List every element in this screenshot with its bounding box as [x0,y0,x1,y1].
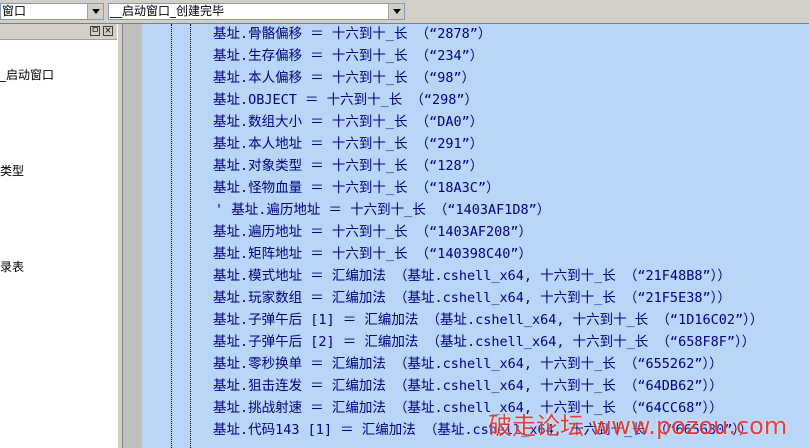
code-editor[interactable]: 基址.骨骼偏移 ＝ 十六到十_长 （“2878”） 基址.生存偏移 ＝ 十六到十… [123,24,809,448]
code-line[interactable]: 基址.零秒换单 ＝ 汇编加法 （基址.cshell_x64, 十六到十_长 （“… [213,354,723,374]
code-line[interactable]: 基址.子弹午后 [1] ＝ 汇编加法 （基址.cshell_x64, 十六到十_… [213,310,763,330]
chevron-down-icon[interactable] [388,4,404,19]
code-line[interactable]: 基址.模式地址 ＝ 汇编加法 （基址.cshell_x64, 十六到十_长 （“… [213,266,731,286]
code-line[interactable]: 基址.狙击连发 ＝ 汇编加法 （基址.cshell_x64, 十六到十_长 （“… [213,376,723,396]
code-line-comment[interactable]: ' 基址.遍历地址 ＝ 十六到十_长 （“1403AF1D8”） [215,200,550,220]
window-selector-combo[interactable]: 窗口 [0,3,104,20]
indent-guide [190,24,191,448]
chevron-down-icon[interactable] [87,4,103,19]
code-line[interactable]: 基址.本人地址 ＝ 十六到十_长 （“291”） [213,134,483,154]
site-watermark: 破走论坛 www.pozou.com [488,412,788,440]
code-line[interactable]: 基址.子弹午后 [2] ＝ 汇编加法 （基址.cshell_x64, 十六到十_… [213,332,755,352]
code-line[interactable]: 基址.骨骼偏移 ＝ 十六到十_长 （“2878”） [213,24,491,44]
tree-item-types[interactable]: 类型 [0,162,24,179]
panel-titlebar: ㅁ × [0,24,117,40]
project-tree-panel: ㅁ × _启动窗口 类型 录表 [0,24,118,448]
code-line[interactable]: 基址.玩家数组 ＝ 汇编加法 （基址.cshell_x64, 十六到十_长 （“… [213,288,731,308]
code-line[interactable]: 基址.矩阵地址 ＝ 十六到十_长 （“140398C40”） [213,244,532,264]
restore-icon[interactable]: ㅁ [90,26,100,36]
window-selector-value: 窗口 [2,4,27,18]
tree-item-startup-window[interactable]: _启动窗口 [0,66,54,83]
code-line[interactable]: 基址.生存偏移 ＝ 十六到十_长 （“234”） [213,46,483,66]
top-toolbar: 窗口 __启动窗口_创建完毕 [0,0,809,24]
close-icon[interactable]: × [103,26,113,36]
indent-guide [171,24,172,448]
editor-gutter [123,24,142,448]
subroutine-selector-value: __启动窗口_创建完毕 [110,4,225,18]
code-line[interactable]: 基址.对象类型 ＝ 十六到十_长 （“128”） [213,156,483,176]
code-line[interactable]: 基址.数组大小 ＝ 十六到十_长 （“DA0”） [213,112,483,132]
subroutine-selector-combo[interactable]: __启动窗口_创建完毕 [108,3,405,20]
code-line[interactable]: 基址.遍历地址 ＝ 十六到十_长 （“1403AF208”） [213,222,532,242]
code-line[interactable]: 基址.怪物血量 ＝ 十六到十_长 （“18A3C”） [213,178,500,198]
tree-item-table[interactable]: 录表 [0,258,24,275]
code-line[interactable]: 基址.本人偏移 ＝ 十六到十_长 （“98”） [213,68,475,88]
code-line[interactable]: 基址.OBJECT ＝ 十六到十_长 （“298”） [213,90,478,110]
